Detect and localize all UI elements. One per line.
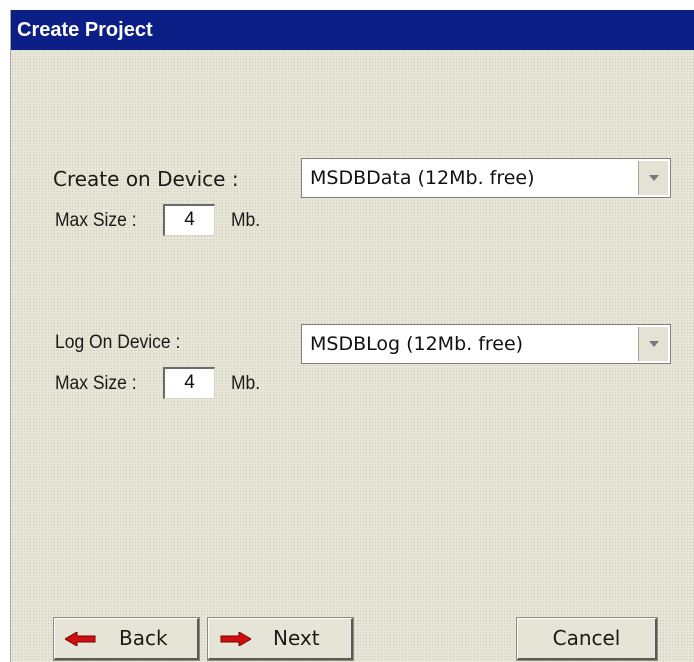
chevron-down-icon[interactable] [638,161,668,195]
data-max-size-label: Max Size : [55,210,137,231]
chevron-down-icon[interactable] [638,327,668,361]
left-arrow-icon [65,632,96,646]
back-button-label: Back [119,626,168,650]
log-max-size-input[interactable]: 4 [163,367,215,399]
log-max-size-label: Max Size : [55,373,137,394]
cancel-button[interactable]: Cancel [516,617,658,661]
back-button[interactable]: Back [53,617,200,661]
data-max-size-input[interactable]: 4 [163,204,215,236]
data-device-select-value: MSDBData (12Mb. free) [310,167,535,189]
next-button-label: Next [273,626,320,650]
log-device-select[interactable]: MSDBLog (12Mb. free) [301,324,671,364]
cancel-button-label: Cancel [552,626,621,650]
title-bar: Create Project [11,10,694,50]
top-strip [0,0,694,10]
log-on-device-label: Log On Device : [55,332,181,353]
data-device-select[interactable]: MSDBData (12Mb. free) [301,158,671,198]
right-arrow-icon [220,632,251,646]
create-project-dialog: Create Project Create on Device : MSDBDa… [10,10,694,662]
data-size-unit: Mb. [231,210,261,231]
log-device-select-value: MSDBLog (12Mb. free) [310,333,524,355]
log-size-unit: Mb. [231,373,261,394]
next-button[interactable]: Next [207,617,354,661]
create-on-device-label: Create on Device : [53,167,239,191]
